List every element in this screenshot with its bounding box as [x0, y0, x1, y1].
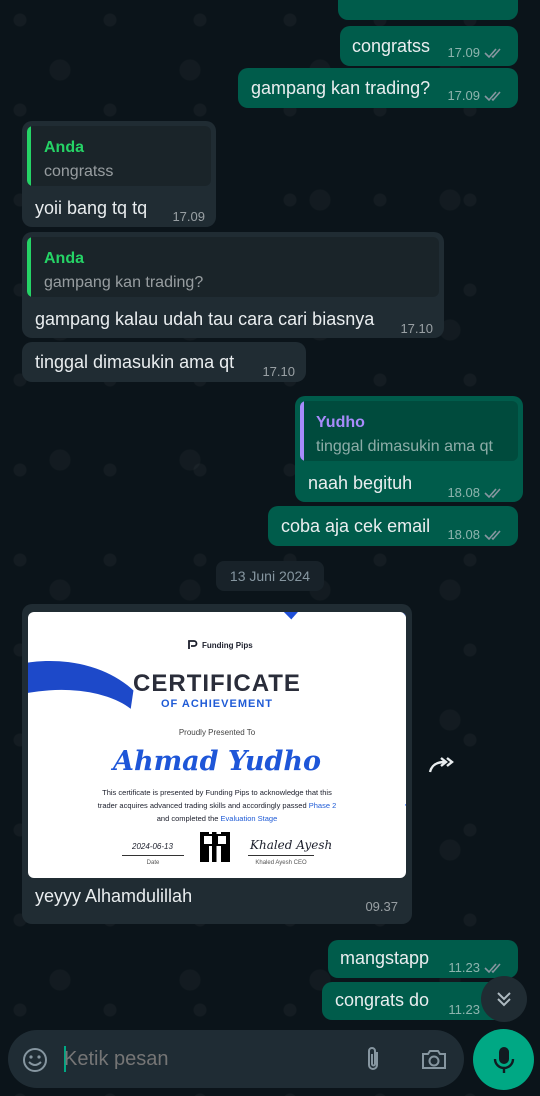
message-text: gampang kalau udah tau cara cari biasnya: [35, 309, 375, 329]
certificate-signature: Khaled Ayesh: [250, 838, 333, 852]
message-time: 11.23: [448, 960, 480, 975]
message-time: 18.08: [447, 485, 480, 500]
message-time: 17.10: [400, 321, 433, 336]
message-text: yeyyy Alhamdulillah: [35, 886, 193, 906]
message-text: naah begituh: [308, 473, 413, 493]
message-meta: 18.08: [447, 482, 506, 504]
qr-code: [200, 832, 230, 862]
message-text: congratss: [352, 36, 431, 56]
message-text: coba aja cek email: [281, 516, 431, 536]
divider: [122, 855, 184, 856]
message-time: 17.09: [172, 209, 205, 224]
certificate-brand-name: Funding Pips: [202, 640, 253, 650]
emoji-button[interactable]: [20, 1045, 50, 1075]
quoted-text: tinggal dimasukin ama qt: [316, 438, 493, 455]
camera-icon: [422, 1050, 446, 1069]
certificate-body-line: trader acquires advanced trading skills …: [97, 801, 307, 810]
message-bubble-out[interactable]: congratss 17.09: [340, 26, 518, 66]
quoted-message[interactable]: Anda gampang kan trading?: [27, 237, 439, 297]
divider: [248, 855, 314, 856]
message-time: 17.10: [262, 364, 295, 379]
double-check-icon: [484, 488, 501, 499]
message-bubble-out[interactable]: mangstapp 11.23: [328, 940, 518, 978]
certificate-body-line: This certificate is presented by Funding…: [102, 788, 332, 797]
certificate-image[interactable]: Funding Pips CERTIFICATE OF ACHIEVEMENT …: [28, 612, 406, 878]
forward-icon: [428, 757, 454, 773]
message-text: mangstapp: [340, 948, 430, 968]
message-bubble-out[interactable]: Yudho tinggal dimasukin ama qt naah begi…: [295, 396, 523, 502]
certificate-date: 2024-06-13: [132, 842, 173, 851]
message-time: 17.09: [447, 45, 480, 60]
forward-button[interactable]: [418, 742, 466, 790]
message-meta: 17.09: [447, 85, 506, 107]
quoted-sender: Yudho: [316, 414, 365, 431]
quoted-text: gampang kan trading?: [44, 274, 204, 291]
quoted-sender: Anda: [44, 250, 84, 267]
certificate-phase: Phase 2: [308, 801, 337, 810]
attach-icon: [368, 1047, 378, 1070]
message-bubble-out[interactable]: gampang kan trading? 17.09: [238, 68, 518, 108]
certificate-body: This certificate is presented by Funding…: [68, 786, 366, 825]
certificate-presented-label: Proudly Presented To: [178, 728, 256, 737]
message-bubble-in[interactable]: Anda gampang kan trading? gampang kalau …: [22, 232, 444, 338]
message-bubble-out[interactable]: coba aja cek email 18.08: [268, 506, 518, 546]
emoji-icon: [23, 1048, 47, 1072]
message-bubble-in[interactable]: tinggal dimasukin ama qt 17.10: [22, 342, 306, 382]
message-meta: 17.09: [447, 42, 506, 64]
certificate-stage: Evaluation Stage: [220, 814, 278, 823]
quoted-message[interactable]: Anda congratss: [27, 126, 211, 186]
microphone-icon: [493, 1046, 514, 1073]
scroll-to-bottom-button[interactable]: [481, 976, 527, 1022]
message-meta: 18.08: [447, 524, 506, 546]
double-check-icon: [484, 963, 501, 974]
attach-button[interactable]: [358, 1044, 388, 1074]
message-time: 11.23: [448, 1002, 480, 1017]
quoted-sender: Anda: [44, 139, 84, 156]
certificate-title: CERTIFICATE: [133, 670, 301, 697]
double-check-icon: [484, 530, 501, 541]
chevrons-down-icon: [497, 992, 511, 1007]
message-text: yoii bang tq tq: [35, 198, 148, 218]
double-check-icon: [484, 91, 501, 102]
double-check-icon: [484, 48, 501, 59]
certificate-body-line: and completed the: [156, 814, 219, 823]
message-text: congrats do: [335, 990, 430, 1010]
message-time: 17.09: [447, 88, 480, 103]
message-meta: 11.23: [448, 957, 506, 979]
camera-button[interactable]: [418, 1044, 450, 1074]
message-bubble-in[interactable]: Anda congratss yoii bang tq tq 17.09: [22, 121, 216, 227]
voice-record-button[interactable]: [473, 1029, 534, 1090]
message-bubble-partial[interactable]: [338, 0, 518, 20]
date-separator: 13 Juni 2024: [216, 561, 324, 591]
message-time: 18.08: [447, 527, 480, 542]
certificate-subtitle: OF ACHIEVEMENT: [161, 698, 273, 710]
message-time: 09.37: [365, 899, 398, 914]
message-text: gampang kan trading?: [251, 78, 431, 98]
funding-pips-logo: [188, 640, 198, 649]
certificate-date-label: Date: [146, 860, 160, 866]
funding-pips-brand: Funding Pips: [188, 640, 253, 650]
certificate-recipient-name: Ahmad Yudho: [113, 746, 321, 777]
quoted-text: congratss: [44, 163, 114, 180]
certificate-signer-label: Khaled Ayesh CEO: [255, 860, 307, 866]
message-text: tinggal dimasukin ama qt: [35, 352, 235, 372]
message-input[interactable]: [64, 1040, 344, 1078]
quoted-message[interactable]: Yudho tinggal dimasukin ama qt: [300, 401, 518, 461]
